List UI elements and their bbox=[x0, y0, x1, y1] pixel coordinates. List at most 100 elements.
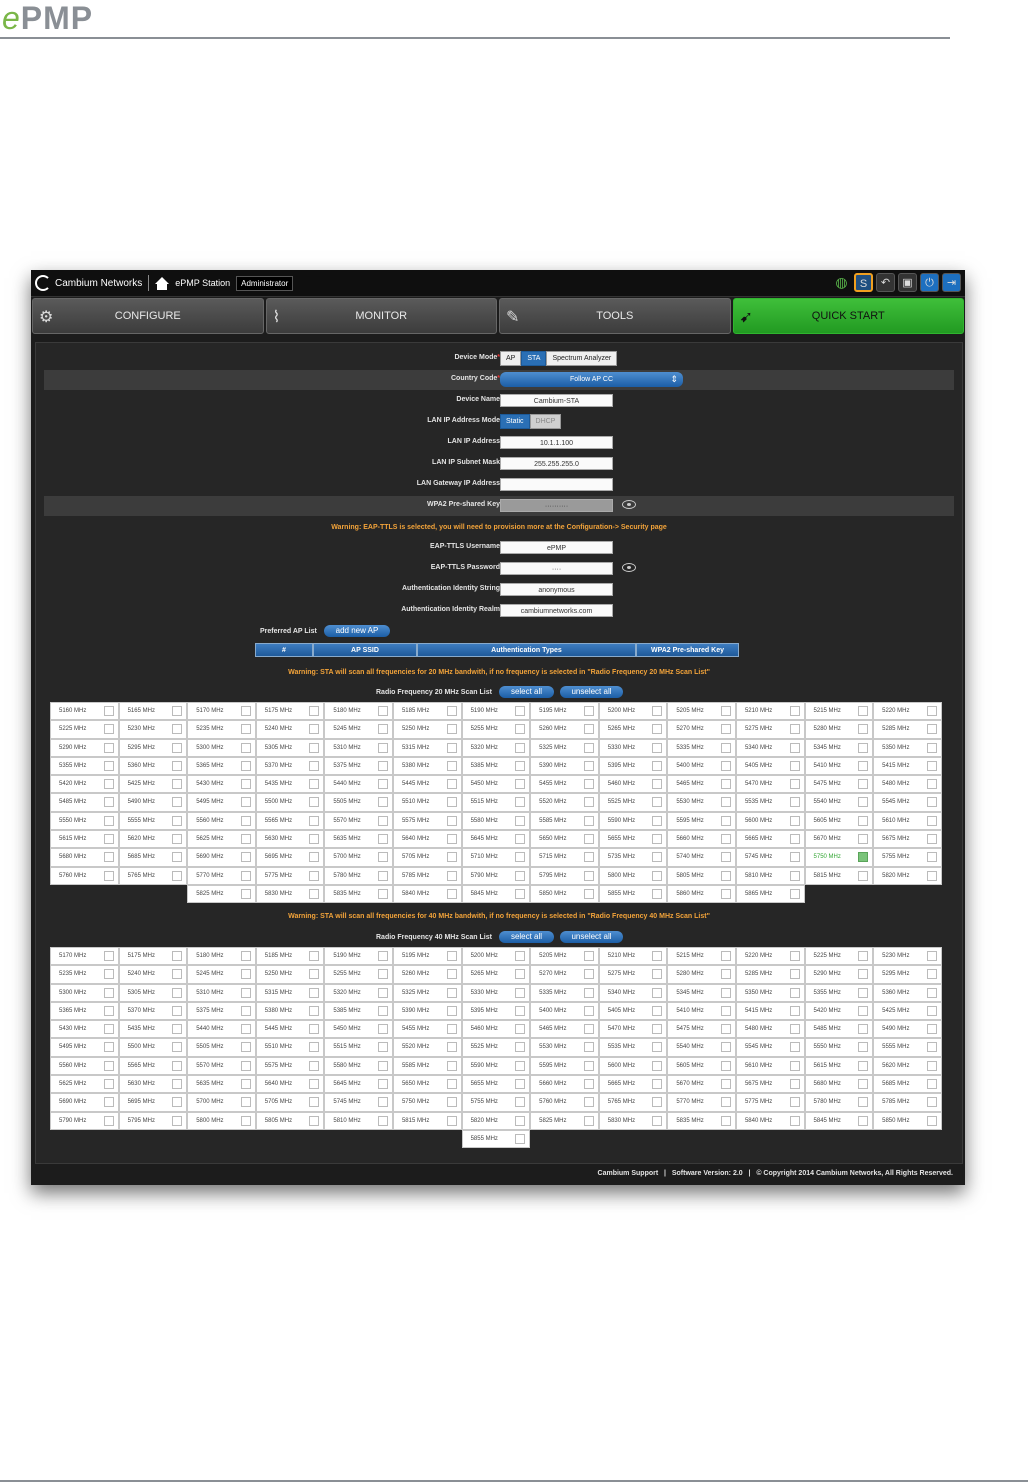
frequency-option[interactable]: 5180 MHz bbox=[324, 702, 393, 721]
frequency-checkbox[interactable] bbox=[515, 1079, 526, 1090]
frequency-checkbox[interactable] bbox=[720, 760, 731, 771]
frequency-option[interactable]: 5240 MHz bbox=[255, 720, 325, 739]
frequency-checkbox[interactable] bbox=[172, 1060, 183, 1071]
frequency-checkbox[interactable] bbox=[446, 724, 457, 735]
frequency-checkbox[interactable] bbox=[583, 1005, 594, 1016]
frequency-checkbox[interactable] bbox=[583, 1024, 594, 1035]
frequency-option[interactable]: 5500 MHz bbox=[118, 1038, 188, 1057]
frequency-option[interactable]: 5700 MHz bbox=[324, 848, 393, 867]
frequency-checkbox[interactable] bbox=[172, 1097, 183, 1108]
frequency-option[interactable]: 5825 MHz bbox=[187, 884, 256, 904]
frequency-option[interactable]: 5670 MHz bbox=[804, 830, 874, 849]
frequency-checkbox[interactable] bbox=[652, 1115, 663, 1126]
frequency-checkbox[interactable] bbox=[515, 852, 526, 863]
frequency-checkbox[interactable] bbox=[652, 1079, 663, 1090]
frequency-checkbox[interactable] bbox=[309, 1042, 320, 1053]
frequency-option[interactable]: 5170 MHz bbox=[187, 702, 256, 721]
frequency-checkbox[interactable] bbox=[446, 1042, 457, 1053]
frequency-option[interactable]: 5330 MHz bbox=[598, 738, 668, 757]
frequency-checkbox[interactable] bbox=[926, 797, 937, 808]
frequency-option[interactable]: 5550 MHz bbox=[804, 1038, 874, 1057]
frequency-checkbox[interactable] bbox=[309, 969, 320, 980]
frequency-checkbox[interactable] bbox=[720, 1060, 731, 1071]
frequency-checkbox[interactable] bbox=[720, 1115, 731, 1126]
frequency-checkbox[interactable] bbox=[515, 760, 526, 771]
frequency-checkbox[interactable] bbox=[103, 1024, 114, 1035]
frequency-option[interactable]: 5390 MHz bbox=[530, 756, 599, 776]
frequency-checkbox[interactable] bbox=[240, 1024, 251, 1035]
frequency-option[interactable]: 5780 MHz bbox=[324, 866, 393, 885]
frequency-checkbox[interactable] bbox=[377, 1042, 388, 1053]
frequency-option[interactable]: 5505 MHz bbox=[187, 1038, 256, 1057]
frequency-option[interactable]: 5865 MHz bbox=[735, 884, 805, 904]
frequency-option[interactable]: 5335 MHz bbox=[530, 983, 599, 1002]
frequency-checkbox[interactable] bbox=[789, 742, 800, 753]
frequency-checkbox[interactable] bbox=[515, 797, 526, 808]
frequency-checkbox[interactable] bbox=[446, 1005, 457, 1016]
frequency-checkbox[interactable] bbox=[515, 951, 526, 961]
frequency-option[interactable]: 5840 MHz bbox=[735, 1111, 805, 1130]
frequency-option[interactable]: 5340 MHz bbox=[598, 983, 668, 1002]
frequency-checkbox[interactable] bbox=[446, 987, 457, 998]
frequency-option[interactable]: 5395 MHz bbox=[461, 1001, 531, 1021]
frequency-checkbox[interactable] bbox=[377, 870, 388, 881]
frequency-option[interactable]: 5645 MHz bbox=[461, 830, 531, 849]
frequency-checkbox[interactable] bbox=[789, 1024, 800, 1035]
frequency-checkbox[interactable] bbox=[515, 1060, 526, 1071]
save-icon[interactable]: ▣ bbox=[898, 273, 917, 292]
logout-icon[interactable]: ⇥ bbox=[942, 273, 961, 292]
frequency-option[interactable]: 5640 MHz bbox=[392, 830, 462, 849]
frequency-checkbox[interactable] bbox=[858, 724, 869, 735]
frequency-option[interactable]: 5190 MHz bbox=[324, 947, 393, 966]
frequency-option[interactable]: 5315 MHz bbox=[255, 983, 325, 1002]
frequency-option[interactable]: 5325 MHz bbox=[530, 738, 599, 757]
frequency-checkbox[interactable] bbox=[583, 815, 594, 826]
frequency-checkbox[interactable] bbox=[858, 797, 869, 808]
frequency-option[interactable]: 5370 MHz bbox=[118, 1001, 188, 1021]
frequency-option[interactable]: 5665 MHz bbox=[735, 830, 805, 849]
frequency-checkbox[interactable] bbox=[240, 1060, 251, 1071]
frequency-checkbox[interactable] bbox=[858, 1115, 869, 1126]
frequency-option[interactable]: 5800 MHz bbox=[598, 866, 668, 885]
frequency-option[interactable]: 5355 MHz bbox=[804, 983, 874, 1002]
frequency-option[interactable]: 5355 MHz bbox=[50, 756, 119, 776]
frequency-option[interactable]: 5580 MHz bbox=[461, 811, 531, 831]
frequency-checkbox[interactable] bbox=[858, 1024, 869, 1035]
frequency-checkbox[interactable] bbox=[309, 834, 320, 845]
frequency-option[interactable]: 5360 MHz bbox=[873, 983, 942, 1002]
frequency-option[interactable]: 5465 MHz bbox=[530, 1020, 599, 1039]
frequency-option[interactable]: 5435 MHz bbox=[118, 1020, 188, 1039]
frequency-option[interactable]: 5480 MHz bbox=[735, 1020, 805, 1039]
frequency-checkbox[interactable] bbox=[720, 797, 731, 808]
frequency-checkbox[interactable] bbox=[583, 742, 594, 753]
frequency-option[interactable]: 5375 MHz bbox=[187, 1001, 256, 1021]
frequency-checkbox[interactable] bbox=[515, 706, 526, 716]
frequency-option[interactable]: 5625 MHz bbox=[50, 1075, 119, 1094]
frequency-option[interactable]: 5660 MHz bbox=[530, 1075, 599, 1094]
frequency-checkbox[interactable] bbox=[172, 969, 183, 980]
frequency-option[interactable]: 5385 MHz bbox=[324, 1001, 393, 1021]
frequency-option[interactable]: 5365 MHz bbox=[50, 1001, 119, 1021]
frequency-option[interactable]: 5760 MHz bbox=[530, 1093, 599, 1112]
frequency-option[interactable]: 5560 MHz bbox=[50, 1056, 119, 1076]
frequency-checkbox[interactable] bbox=[240, 888, 251, 899]
frequency-checkbox[interactable] bbox=[240, 779, 251, 790]
frequency-option[interactable]: 5350 MHz bbox=[873, 738, 942, 757]
frequency-checkbox[interactable] bbox=[583, 1042, 594, 1053]
frequency-option[interactable]: 5860 MHz bbox=[667, 884, 736, 904]
frequency-checkbox[interactable] bbox=[240, 742, 251, 753]
frequency-checkbox[interactable] bbox=[309, 797, 320, 808]
frequency-option[interactable]: 5205 MHz bbox=[667, 702, 736, 721]
frequency-checkbox[interactable] bbox=[720, 888, 731, 899]
tab-monitor[interactable]: ⌇ MONITOR bbox=[265, 298, 497, 334]
frequency-option[interactable]: 5245 MHz bbox=[187, 965, 256, 984]
frequency-checkbox[interactable] bbox=[377, 987, 388, 998]
frequency-checkbox[interactable] bbox=[720, 834, 731, 845]
frequency-option[interactable]: 5855 MHz bbox=[461, 1129, 531, 1149]
frequency-option[interactable]: 5485 MHz bbox=[50, 793, 119, 812]
frequency-checkbox[interactable] bbox=[652, 1024, 663, 1035]
frequency-checkbox[interactable] bbox=[103, 852, 114, 863]
frequency-checkbox[interactable] bbox=[172, 760, 183, 771]
frequency-checkbox[interactable] bbox=[789, 760, 800, 771]
frequency-option[interactable]: 5240 MHz bbox=[118, 965, 188, 984]
